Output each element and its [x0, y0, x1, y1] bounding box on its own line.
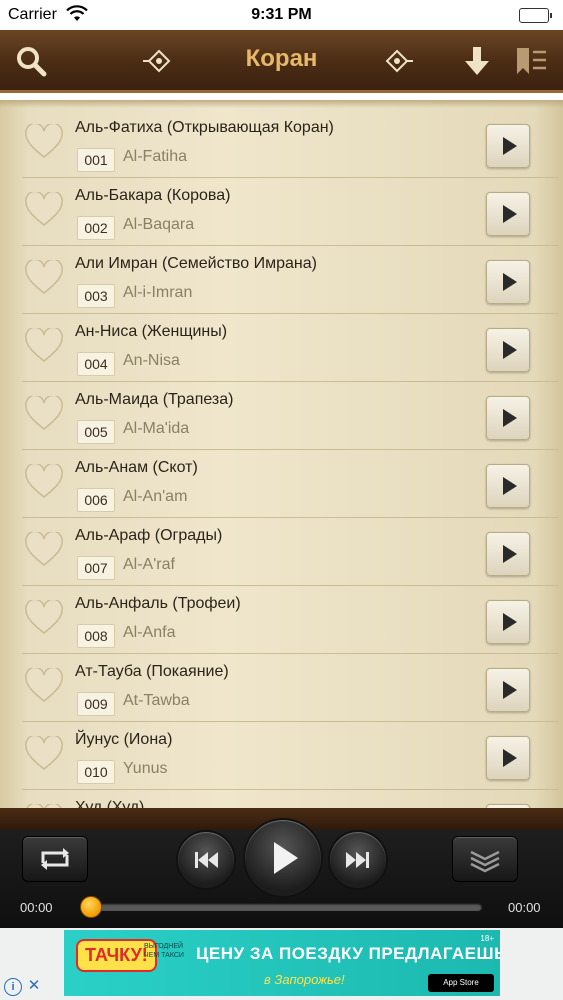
- heart-icon[interactable]: [24, 326, 64, 364]
- navigation-bar: Коран: [0, 30, 563, 93]
- surah-row[interactable]: Аль-Маида (Трапеза) 005 Al-Ma'ida: [22, 382, 559, 450]
- play-surah-button[interactable]: [486, 192, 530, 236]
- surah-row[interactable]: Худ (Худ)011Hud: [22, 790, 559, 808]
- surah-transliteration: At-Tawba: [123, 692, 190, 709]
- surah-number: 009: [77, 692, 115, 716]
- surah-transliteration: Al-Anfa: [123, 624, 176, 641]
- surah-row[interactable]: Ат-Тауба (Покаяние) 009 At-Tawba: [22, 654, 559, 722]
- surah-number: 008: [77, 624, 115, 648]
- battery-icon: [519, 8, 552, 23]
- heart-icon[interactable]: [24, 462, 64, 500]
- surah-transliteration: Yunus: [123, 760, 168, 777]
- repeat-icon: [41, 848, 69, 870]
- surah-name: Худ (Худ): [75, 799, 145, 808]
- surah-transliteration: Al-Fatiha: [123, 148, 188, 165]
- repeat-button[interactable]: [22, 836, 88, 882]
- surah-row[interactable]: Али Имран (Семейство Имрана) 003 Al-i-Imra…: [22, 246, 559, 314]
- surah-row[interactable]: Аль-Анам (Скот) 006 Al-An'am: [22, 450, 559, 518]
- surah-row[interactable]: Аль-Араф (Ограды) 007 Al-A'raf: [22, 518, 559, 586]
- surah-transliteration: Al-Baqara: [123, 216, 195, 233]
- ornament-right-icon: [378, 42, 416, 80]
- collapse-player-button[interactable]: [452, 836, 518, 882]
- layers-chevron-icon: [470, 850, 500, 873]
- surah-name: Аль-Бакара (Корова): [75, 187, 231, 204]
- surah-number: 004: [77, 352, 115, 376]
- surah-transliteration: Al-i-Imran: [123, 284, 193, 301]
- play-icon: [274, 842, 298, 874]
- next-icon: [346, 852, 369, 868]
- play-surah-button[interactable]: [486, 328, 530, 372]
- download-icon[interactable]: [458, 42, 496, 80]
- duration-time: 00:00: [508, 900, 541, 915]
- surah-name: Ат-Тауба (Покаяние): [75, 663, 229, 680]
- surah-transliteration: Al-A'raf: [123, 556, 175, 573]
- surah-transliteration: An-Nisa: [123, 352, 180, 369]
- surah-row[interactable]: Йунус (Иона) 010 Yunus: [22, 722, 559, 790]
- play-surah-button[interactable]: [486, 396, 530, 440]
- heart-icon[interactable]: [24, 666, 64, 704]
- surah-name: Аль-Анам (Скот): [75, 459, 198, 476]
- heart-icon[interactable]: [24, 122, 64, 160]
- ad-small-text: ВЫГОДНЕЙ ЧЕМ ТАКСИ: [144, 943, 184, 959]
- play-surah-button[interactable]: [486, 600, 530, 644]
- surah-transliteration: Al-An'am: [123, 488, 188, 505]
- status-bar: Carrier 9:31 PM: [0, 0, 563, 30]
- surah-name: Аль-Фатиха (Открывающая Коран): [75, 119, 334, 136]
- surah-name: Ан-Ниса (Женщины): [75, 323, 228, 340]
- surah-name: Аль-Анфаль (Трофеи): [75, 595, 241, 612]
- play-surah-button[interactable]: [486, 668, 530, 712]
- heart-icon[interactable]: [24, 394, 64, 432]
- play-surah-button[interactable]: [486, 532, 530, 576]
- surah-number: 002: [77, 216, 115, 240]
- play-surah-button[interactable]: [486, 124, 530, 168]
- surah-number: 007: [77, 556, 115, 580]
- progress-thumb[interactable]: [80, 896, 102, 918]
- play-surah-button[interactable]: [486, 736, 530, 780]
- surah-list[interactable]: Аль-Фатиха (Открывающая Коран) 001 Al-Fati…: [0, 100, 563, 808]
- surah-name: Аль-Араф (Ограды): [75, 527, 223, 544]
- surah-number: 010: [77, 760, 115, 784]
- play-surah-button[interactable]: [486, 464, 530, 508]
- next-button[interactable]: [328, 830, 388, 890]
- ad-banner[interactable]: ТАЧКУ! ВЫГОДНЕЙ ЧЕМ ТАКСИ ЦЕНУ ЗА ПОЕЗДК…: [64, 930, 500, 996]
- previous-button[interactable]: [176, 830, 236, 890]
- ad-info-icon[interactable]: i: [4, 978, 22, 996]
- surah-number: 001: [77, 148, 115, 172]
- ad-age-badge: 18+: [480, 934, 494, 943]
- play-surah-button[interactable]: [486, 260, 530, 304]
- bookmarks-icon[interactable]: [512, 42, 550, 80]
- surah-row[interactable]: Аль-Фатиха (Открывающая Коран) 001 Al-Fati…: [22, 110, 559, 178]
- surah-row[interactable]: Аль-Бакара (Корова) 002 Al-Baqara: [22, 178, 559, 246]
- clock: 9:31 PM: [251, 6, 312, 23]
- surah-name: Йунус (Иона): [75, 731, 173, 748]
- surah-number: 006: [77, 488, 115, 512]
- ad-subline: в Запорожье!: [264, 972, 345, 987]
- heart-icon[interactable]: [24, 598, 64, 636]
- progress-track[interactable]: [86, 903, 482, 911]
- heart-icon[interactable]: [24, 530, 64, 568]
- surah-name: Аль-Маида (Трапеза): [75, 391, 234, 408]
- heart-icon[interactable]: [24, 190, 64, 228]
- heart-icon[interactable]: [24, 734, 64, 772]
- previous-icon: [195, 852, 218, 868]
- surah-transliteration: Al-Ma'ida: [123, 420, 190, 437]
- surah-row[interactable]: Аль-Анфаль (Трофеи) 008 Al-Anfa: [22, 586, 559, 654]
- ad-headline: ЦЕНУ ЗА ПОЕЗДКУ ПРЕДЛАГАЕШЬ САМ: [196, 944, 500, 963]
- ad-close-icon[interactable]: ✕: [26, 978, 42, 994]
- app-store-badge: App Store: [428, 974, 494, 992]
- play-button[interactable]: [243, 818, 323, 898]
- surah-number: 003: [77, 284, 115, 308]
- heart-icon[interactable]: [24, 258, 64, 296]
- surah-row[interactable]: Ан-Ниса (Женщины) 004 An-Nisa: [22, 314, 559, 382]
- elapsed-time: 00:00: [20, 900, 53, 915]
- surah-number: 005: [77, 420, 115, 444]
- surah-name: Али Имран (Семейство Имрана): [75, 255, 317, 272]
